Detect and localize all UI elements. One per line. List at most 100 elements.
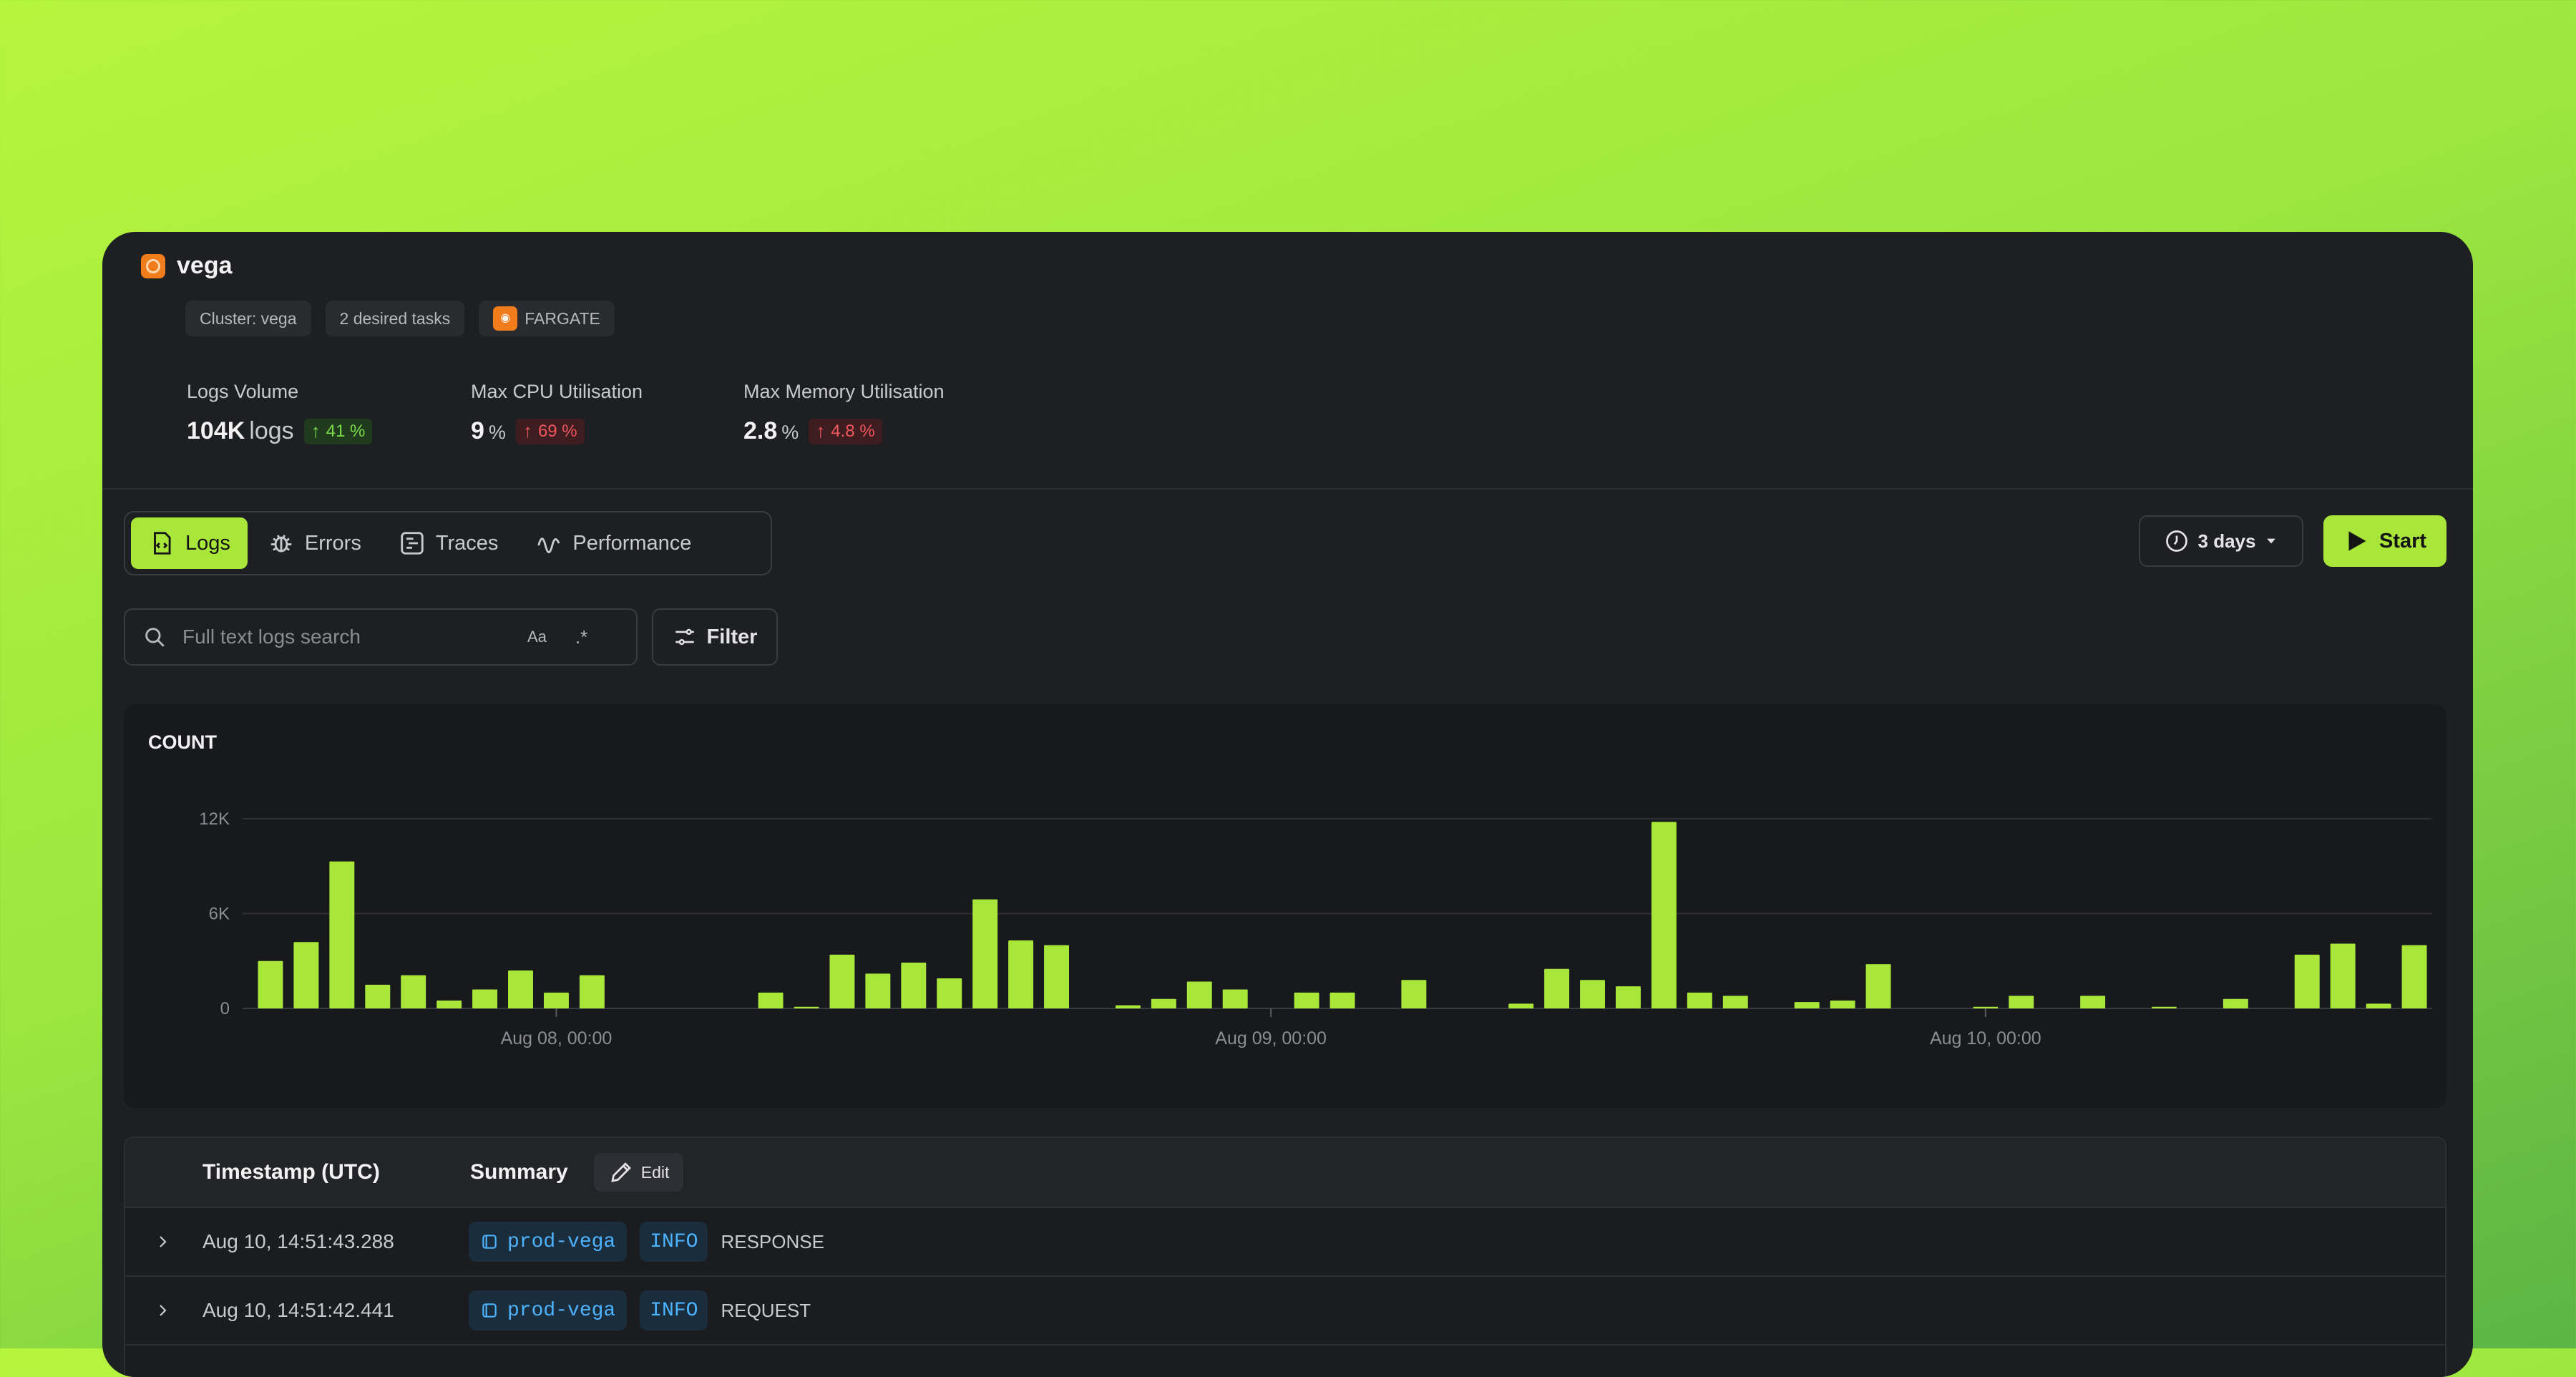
launch-type-chip: ◉ FARGATE <box>479 301 615 336</box>
service-header: vega <box>141 252 233 280</box>
chart-bar <box>1651 822 1677 1008</box>
edit-summary-button[interactable]: Edit <box>593 1153 684 1192</box>
match-case-toggle[interactable]: Aa <box>527 628 547 646</box>
pencil-icon <box>611 1162 631 1182</box>
tab-label: Performance <box>572 531 692 555</box>
tab-errors[interactable]: Errors <box>250 517 379 569</box>
tab-performance[interactable]: Performance <box>518 517 708 569</box>
chart-bar <box>401 975 426 1008</box>
arrow-up-icon: ↑ <box>816 420 826 442</box>
metric-unit: % <box>781 422 799 443</box>
time-range-select[interactable]: 3 days <box>2139 515 2303 567</box>
chart-bar <box>1222 989 1248 1008</box>
chart-bar <box>543 992 569 1008</box>
table-row[interactable]: Aug 10, 14:51:42.441 prod-vega INFO REQU… <box>125 1277 2445 1346</box>
chart-bar <box>1973 1006 1999 1008</box>
chart-bar <box>2401 945 2427 1008</box>
logs-icon <box>154 532 171 555</box>
chart-bar <box>1615 986 1641 1008</box>
metric-label: Max CPU Utilisation <box>471 381 643 402</box>
chart-bar <box>293 942 319 1008</box>
metric-max-cpu: Max CPU Utilisation 9% ↑ 69 % <box>471 381 643 445</box>
service-tag[interactable]: prod-vega <box>469 1222 628 1262</box>
chart-bar <box>829 954 855 1008</box>
start-button[interactable]: Start <box>2323 515 2446 567</box>
chart-bar <box>901 962 927 1008</box>
chart-bar <box>436 1000 462 1008</box>
metric-value: 104K <box>187 417 245 444</box>
cluster-chip: Cluster: vega <box>185 301 311 336</box>
tasks-chip: 2 desired tasks <box>325 301 465 336</box>
arrow-up-icon: ↑ <box>311 420 321 442</box>
service-tag[interactable]: prod-vega <box>469 1290 628 1330</box>
chart-bar <box>1794 1002 1820 1008</box>
tab-label: Traces <box>435 531 499 555</box>
tab-logs[interactable]: Logs <box>131 517 248 569</box>
chart-bar <box>1722 996 1748 1008</box>
chevron-right-icon[interactable] <box>154 1302 171 1319</box>
metric-change-badge: ↑ 41 % <box>303 418 373 444</box>
metric-unit: logs <box>249 417 294 444</box>
y-tick-label: 6K <box>209 905 230 924</box>
service-icon <box>141 253 165 278</box>
clock-icon <box>2165 530 2187 552</box>
header-divider <box>102 488 2473 490</box>
chart-bar <box>2294 954 2320 1008</box>
metric-change: 4.8 % <box>831 421 875 441</box>
table-header: Timestamp (UTC) Summary Edit <box>125 1138 2445 1208</box>
row-message: RESPONSE <box>721 1230 824 1252</box>
filter-button[interactable]: Filter <box>652 608 778 666</box>
chart-bar <box>472 989 498 1008</box>
table-row[interactable]: Aug 10, 14:51:43.288 prod-vega INFO RESP… <box>125 1208 2445 1277</box>
service-tag-label: prod-vega <box>507 1230 616 1253</box>
chart-bar <box>1330 992 1355 1008</box>
chart-bar <box>258 960 283 1008</box>
metric-change-badge: ↑ 4.8 % <box>809 418 882 444</box>
chart-bar <box>2080 996 2106 1008</box>
regex-toggle[interactable]: .* <box>575 626 587 648</box>
chart-bar <box>1580 980 1606 1008</box>
chart-bar <box>1401 980 1427 1008</box>
metric-logs-volume: Logs Volume 104K logs ↑ 41 % <box>187 381 373 445</box>
play-icon <box>2348 531 2366 551</box>
chart-bar <box>2366 1003 2391 1008</box>
edit-label: Edit <box>640 1162 670 1182</box>
chart-bar <box>1544 968 1570 1008</box>
arrow-up-icon: ↑ <box>522 420 532 442</box>
level-tag[interactable]: INFO <box>640 1222 708 1262</box>
chart-bar <box>365 984 391 1008</box>
metric-change-badge: ↑ 69 % <box>515 418 585 444</box>
y-tick-label: 12K <box>199 809 230 829</box>
start-label: Start <box>2379 529 2427 553</box>
chart-bar <box>1830 1000 1855 1008</box>
chart-bar <box>329 861 355 1008</box>
timestamp-column-header[interactable]: Timestamp (UTC) <box>203 1160 470 1184</box>
chart-bar <box>1865 964 1891 1008</box>
level-tag[interactable]: INFO <box>640 1290 708 1330</box>
traces-icon <box>401 532 424 555</box>
chart-bar <box>794 1006 819 1008</box>
chart-bar <box>2009 996 2034 1008</box>
chart-bar <box>2223 998 2248 1008</box>
chart-bar <box>579 975 605 1008</box>
search-input[interactable] <box>181 625 520 649</box>
chart-bar <box>508 970 533 1008</box>
metric-value: 9 <box>471 417 484 444</box>
y-tick-label: 0 <box>220 999 230 1018</box>
chart-bar <box>1687 992 1712 1008</box>
tab-traces[interactable]: Traces <box>381 517 516 569</box>
launch-type-label: FARGATE <box>525 309 600 328</box>
tab-label: Errors <box>304 531 361 555</box>
sliders-icon <box>675 628 694 646</box>
service-title: vega <box>177 252 233 279</box>
fargate-icon: ◉ <box>493 306 518 331</box>
chart-bar <box>1115 1005 1141 1008</box>
caret-down-icon <box>2267 538 2276 544</box>
summary-column-header: Summary <box>470 1160 568 1184</box>
metric-label: Max Memory Utilisation <box>743 381 945 402</box>
row-message: REQUEST <box>721 1299 811 1321</box>
x-tick-label: Aug 10, 00:00 <box>1930 1028 2041 1048</box>
chevron-right-icon[interactable] <box>154 1233 171 1250</box>
chart-svg: 0 6K 12K Aug 08, 00:00 Aug 09, 00:00 Aug 10, … <box>199 809 2432 1048</box>
filter-label: Filter <box>706 625 758 648</box>
